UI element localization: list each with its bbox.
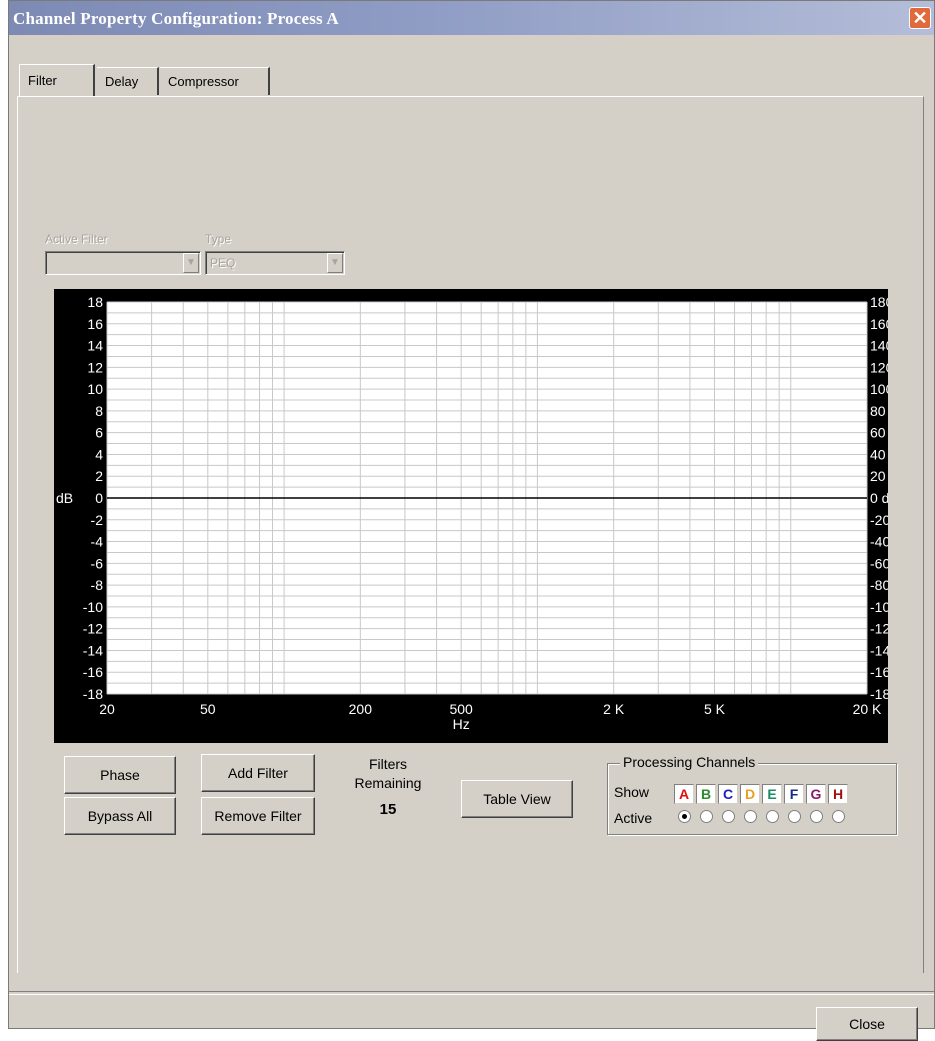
show-channel-c-checkbox[interactable]: C (718, 784, 738, 804)
degree-tick-label: 140 (870, 338, 888, 354)
show-channel-a-checkbox[interactable]: A (674, 784, 694, 804)
bypass-all-button[interactable]: Bypass All (64, 797, 176, 835)
frequency-response-graph[interactable]: 18 16 14 12 10 8 6 4 2 0 -2 -4 -6 -8 -10 -12 -14 -16 -18 dB… (54, 289, 888, 743)
type-label: Type (205, 232, 232, 246)
db-tick-label: -2 (91, 512, 104, 528)
processing-channels-title: Processing Channels (620, 754, 759, 770)
active-channel-d-radio[interactable] (744, 810, 757, 823)
db-tick-label: 6 (95, 425, 103, 441)
close-button[interactable]: Close (816, 1007, 918, 1041)
degree-tick-label: 60 (870, 425, 886, 441)
response-plot[interactable]: 181614121086420-2-4-6-8-10-12-14-16-18dB… (54, 289, 888, 743)
db-tick-label: 16 (87, 316, 103, 332)
show-channel-h-checkbox[interactable]: H (828, 784, 848, 804)
show-channel-g-checkbox[interactable]: G (806, 784, 826, 804)
degree-tick-label: 160 (870, 316, 888, 332)
db-tick-label: 0 (95, 490, 103, 506)
frequency-tick-label: 20 (99, 701, 115, 717)
tab-compressor[interactable]: Compressor (160, 67, 270, 95)
frequency-tick-label: 50 (200, 701, 216, 717)
degree-tick-label: 20 (870, 468, 886, 484)
remove-filter-button[interactable]: Remove Filter (201, 797, 315, 835)
active-channel-a-radio[interactable] (678, 810, 691, 823)
show-channel-b-checkbox[interactable]: B (696, 784, 716, 804)
degree-tick-label: 0 deg. (870, 490, 888, 506)
active-filter-select[interactable]: ▼ (45, 251, 201, 275)
degree-tick-label: -140 (870, 642, 888, 658)
frequency-tick-label: 20 K (853, 701, 882, 717)
frequency-tick-label: 500 (449, 701, 473, 717)
tab-filter[interactable]: Filter (19, 64, 95, 96)
db-tick-label: 2 (95, 468, 103, 484)
active-channel-h-radio[interactable] (832, 810, 845, 823)
title-bar[interactable]: Channel Property Configuration: Process … (9, 1, 934, 35)
db-tick-label: 10 (87, 381, 103, 397)
degree-tick-label: 80 (870, 403, 886, 419)
db-axis-label: dB (56, 490, 73, 506)
dialog-window: Channel Property Configuration: Process … (8, 0, 935, 1041)
show-label: Show (614, 784, 650, 800)
frequency-tick-label: 200 (349, 701, 373, 717)
frequency-axis-label: Hz (453, 716, 470, 732)
degree-tick-label: -40 (870, 534, 888, 550)
db-tick-label: -18 (83, 686, 103, 702)
close-window-icon[interactable]: ✕ (909, 7, 931, 29)
active-label: Active (614, 810, 653, 826)
phase-button[interactable]: Phase (64, 756, 176, 794)
frequency-tick-label: 2 K (603, 701, 625, 717)
frequency-tick-label: 5 K (704, 701, 726, 717)
degree-tick-label: -160 (870, 664, 888, 680)
degree-tick-label: -100 (870, 599, 888, 615)
degree-tick-label: 40 (870, 446, 886, 462)
active-filter-label: Active Filter (45, 232, 108, 246)
db-tick-label: -8 (91, 577, 104, 593)
active-channel-c-radio[interactable] (722, 810, 735, 823)
chevron-down-icon[interactable]: ▼ (183, 253, 199, 273)
db-tick-label: 4 (95, 446, 103, 462)
degree-tick-label: -80 (870, 577, 888, 593)
db-tick-label: -12 (83, 621, 103, 637)
tab-delay[interactable]: Delay (97, 67, 159, 95)
db-tick-label: 12 (87, 359, 103, 375)
type-value: PEQ (210, 256, 236, 270)
degree-tick-label: 100 (870, 381, 888, 397)
active-channel-b-radio[interactable] (700, 810, 713, 823)
type-select[interactable]: PEQ ▼ (205, 251, 345, 275)
degree-tick-label: -180 (870, 686, 888, 702)
show-channel-e-checkbox[interactable]: E (762, 784, 782, 804)
active-channel-e-radio[interactable] (766, 810, 779, 823)
degree-tick-label: 180 (870, 294, 888, 310)
db-tick-label: 8 (95, 403, 103, 419)
chevron-down-icon[interactable]: ▼ (327, 253, 343, 273)
add-filter-button[interactable]: Add Filter (201, 754, 315, 792)
window-title: Channel Property Configuration: Process … (13, 9, 339, 28)
db-tick-label: -16 (83, 664, 103, 680)
degree-tick-label: 120 (870, 359, 888, 375)
db-tick-label: -10 (83, 599, 103, 615)
active-channel-g-radio[interactable] (810, 810, 823, 823)
filters-remaining-label-1: Filters (368, 756, 408, 772)
table-view-button[interactable]: Table View (461, 780, 573, 818)
show-channel-f-checkbox[interactable]: F (784, 784, 804, 804)
db-tick-label: -4 (91, 534, 104, 550)
db-tick-label: -6 (91, 555, 104, 571)
show-channel-d-checkbox[interactable]: D (740, 784, 760, 804)
degree-tick-label: -20 (870, 512, 888, 528)
filters-remaining-count: 15 (379, 801, 397, 818)
footer-divider (9, 991, 934, 995)
db-tick-label: -14 (83, 642, 103, 658)
degree-tick-label: -60 (870, 555, 888, 571)
degree-tick-label: -120 (870, 621, 888, 637)
filters-remaining-label-2: Remaining (354, 775, 422, 791)
db-tick-label: 14 (87, 338, 103, 354)
processing-channels-group: Processing Channels Show Active ABCDEFGH (607, 754, 897, 835)
active-channel-f-radio[interactable] (788, 810, 801, 823)
db-tick-label: 18 (87, 294, 103, 310)
